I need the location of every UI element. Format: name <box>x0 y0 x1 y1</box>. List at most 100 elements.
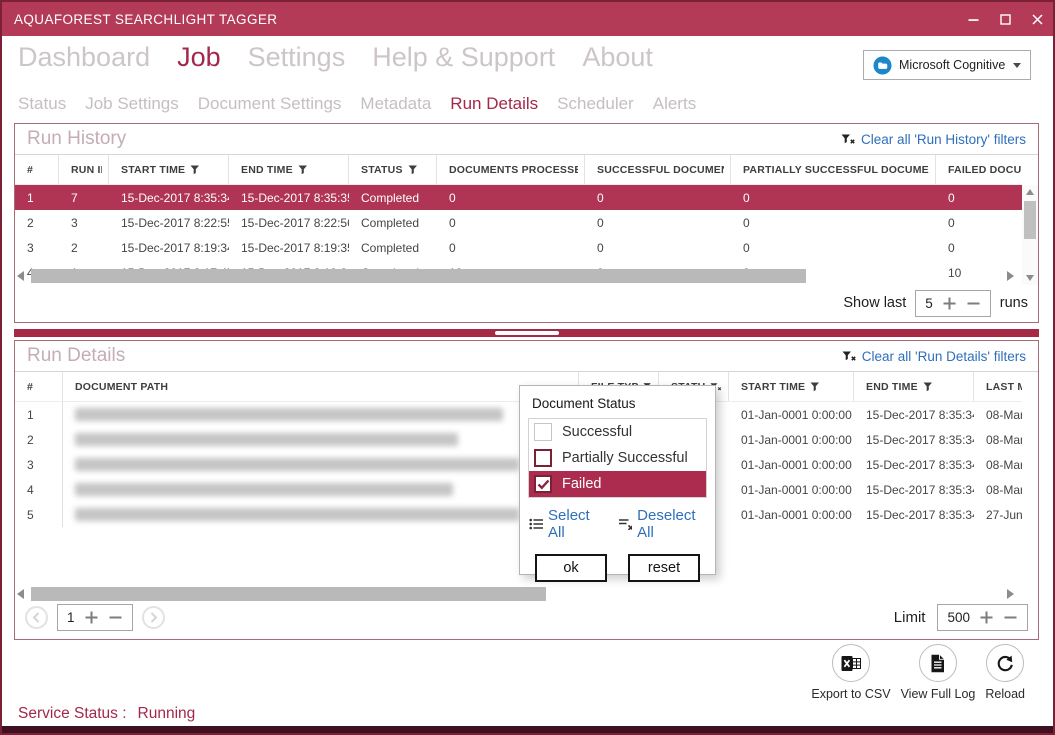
decrement-button[interactable] <box>1003 610 1018 625</box>
scroll-right-arrow[interactable] <box>1007 589 1014 599</box>
next-page-button[interactable] <box>142 606 165 629</box>
nav-item-settings[interactable]: Settings <box>248 42 346 73</box>
deselect-all-link[interactable]: Deselect All <box>618 507 706 541</box>
show-last-stepper[interactable]: 5 <box>915 290 991 317</box>
deselect-all-label: Deselect All <box>637 507 706 541</box>
close-button[interactable] <box>1021 2 1053 36</box>
nav-item-job[interactable]: Job <box>177 42 221 73</box>
checkbox-successful[interactable] <box>534 423 552 441</box>
select-all-label: Select All <box>548 507 602 541</box>
checkbox-failed[interactable] <box>534 475 552 493</box>
cell-processed: 0 <box>437 210 585 235</box>
filter-option-partially-successful[interactable]: Partially Successful <box>529 445 706 471</box>
action-label: Export to CSV <box>811 687 890 701</box>
limit-stepper[interactable]: 500 <box>937 604 1028 631</box>
page-number-stepper[interactable]: 1 <box>57 604 133 631</box>
increment-button[interactable] <box>942 296 957 311</box>
clear-filter-icon <box>841 134 855 145</box>
column-header-end-time[interactable]: END TIME <box>229 155 349 184</box>
deselect-all-icon <box>618 518 632 530</box>
reload-icon <box>986 644 1024 682</box>
clear-run-details-filters-label: Clear all 'Run Details' filters <box>862 349 1026 364</box>
tab-run-details[interactable]: Run Details <box>450 94 538 114</box>
run-history-horizontal-scrollbar[interactable] <box>17 269 1014 284</box>
action-export-to-csv[interactable]: Export to CSV <box>811 644 890 701</box>
scroll-right-arrow[interactable] <box>1007 271 1014 281</box>
previous-page-button[interactable] <box>25 606 48 629</box>
decrement-button[interactable] <box>108 610 123 625</box>
document-path-redacted <box>75 508 519 521</box>
column-header-start-time[interactable]: START TIME <box>729 372 854 401</box>
checkbox-partially-successful[interactable] <box>534 449 552 467</box>
column-header-failed-documents: FAILED DOCUMENTS <box>936 155 1022 184</box>
window-controls <box>957 2 1053 36</box>
run-history-title: Run History <box>27 128 126 150</box>
document-path-redacted <box>75 408 503 421</box>
horizontal-scroll-thumb[interactable] <box>31 269 806 283</box>
run-details-footer: 1 Limit 500 <box>25 601 1028 633</box>
action-view-full-log[interactable]: View Full Log <box>901 644 976 701</box>
panel-splitter[interactable] <box>14 329 1039 337</box>
filter-options-list: SuccessfulPartially SuccessfulFailed <box>528 418 707 498</box>
popup-title: Document Status <box>532 396 703 411</box>
tab-alerts[interactable]: Alerts <box>653 94 696 114</box>
splitter-grip <box>495 331 559 335</box>
column-header-number: # <box>15 155 59 184</box>
vertical-scroll-thumb[interactable] <box>1024 201 1036 239</box>
limit-label: Limit <box>894 609 926 626</box>
cell-partially-successful: 0 <box>731 185 936 210</box>
reset-button[interactable]: reset <box>628 554 700 582</box>
filter-option-successful[interactable]: Successful <box>529 419 706 445</box>
sub-nav: Status Job Settings Document Settings Metad… <box>18 94 696 114</box>
ok-button[interactable]: ok <box>535 554 607 582</box>
filter-option-failed[interactable]: Failed <box>529 471 706 497</box>
column-header-start-time[interactable]: START TIME <box>109 155 229 184</box>
cell-num: 5 <box>15 502 63 527</box>
cell-num: 1 <box>15 185 59 210</box>
action-label: Reload <box>985 687 1025 701</box>
increment-button[interactable] <box>979 610 994 625</box>
cell-failed: 0 <box>936 185 1022 210</box>
column-header-end-time[interactable]: END TIME <box>854 372 974 401</box>
cell-start-time: 01-Jan-0001 0:00:00 <box>729 502 854 527</box>
run-history-row[interactable]: 2315-Dec-2017 8:22:5515-Dec-2017 8:22:56… <box>15 210 1022 235</box>
clear-run-details-filters-link[interactable]: Clear all 'Run Details' filters <box>842 349 1026 364</box>
cell-num: 3 <box>15 452 63 477</box>
run-history-row[interactable]: 1715-Dec-2017 8:35:3415-Dec-2017 8:35:35… <box>15 185 1022 210</box>
tab-metadata[interactable]: Metadata <box>360 94 431 114</box>
decrement-button[interactable] <box>966 296 981 311</box>
scroll-left-arrow[interactable] <box>17 271 24 281</box>
scroll-up-arrow[interactable] <box>1022 185 1038 199</box>
select-all-link[interactable]: Select All <box>529 507 602 541</box>
action-reload[interactable]: Reload <box>985 644 1025 701</box>
run-details-horizontal-scrollbar[interactable] <box>17 587 1014 602</box>
cell-num: 2 <box>15 427 63 452</box>
cell-start-time: 01-Jan-0001 0:00:00 <box>729 452 854 477</box>
minimize-button[interactable] <box>957 2 989 36</box>
run-history-vertical-scrollbar[interactable] <box>1022 185 1038 285</box>
increment-button[interactable] <box>84 610 99 625</box>
maximize-button[interactable] <box>989 2 1021 36</box>
tab-status[interactable]: Status <box>18 94 66 114</box>
cell-document-path <box>63 452 579 477</box>
column-header-status[interactable]: STATUS <box>349 155 437 184</box>
cell-document-path <box>63 502 579 527</box>
tab-document-settings[interactable]: Document Settings <box>198 94 342 114</box>
scroll-left-arrow[interactable] <box>17 589 24 599</box>
tab-job-settings[interactable]: Job Settings <box>85 94 179 114</box>
cell-last-modified: 08-Mar-2 <box>974 427 1022 452</box>
run-history-row[interactable]: 3215-Dec-2017 8:19:3415-Dec-2017 8:19:35… <box>15 235 1022 260</box>
show-last-label: Show last <box>843 295 906 311</box>
nav-item-help-support[interactable]: Help & Support <box>372 42 555 73</box>
clear-run-history-filters-link[interactable]: Clear all 'Run History' filters <box>841 132 1026 147</box>
nav-item-dashboard[interactable]: Dashboard <box>18 42 150 73</box>
cell-end-time: 15-Dec-2017 8:35:34 <box>854 502 974 527</box>
footer-actions: Export to CSV View Full Log Reload <box>811 644 1025 701</box>
engine-selector[interactable]: Microsoft Cognitive <box>863 50 1031 80</box>
nav-item-about[interactable]: About <box>582 42 653 73</box>
scroll-down-arrow[interactable] <box>1022 271 1038 285</box>
cell-processed: 0 <box>437 185 585 210</box>
horizontal-scroll-thumb[interactable] <box>31 587 546 601</box>
cell-start-time: 01-Jan-0001 0:00:00 <box>729 477 854 502</box>
tab-scheduler[interactable]: Scheduler <box>557 94 634 114</box>
